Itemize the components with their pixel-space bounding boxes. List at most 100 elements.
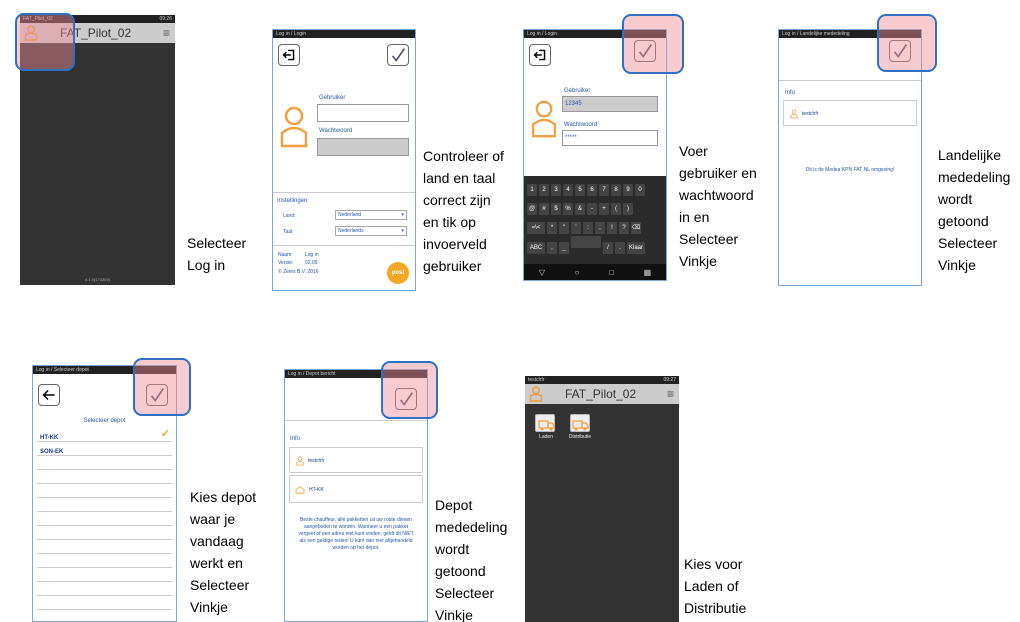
wachtwoord-input[interactable]: ***** <box>562 130 658 146</box>
keyboard-key[interactable]: 3 <box>551 184 561 196</box>
menu-icon[interactable]: ≡ <box>163 26 170 40</box>
keyboard-key[interactable]: " <box>559 222 569 234</box>
user-avatar-icon <box>279 106 309 148</box>
gebruiker-input[interactable]: 12345 <box>562 96 658 112</box>
empty-row <box>37 546 172 554</box>
highlight-login-icon <box>15 13 75 71</box>
caption-line: Vinkje <box>679 253 717 269</box>
caption-line: in en <box>679 209 710 225</box>
keyboard-key[interactable]: : <box>583 222 593 234</box>
keyboard-key[interactable]: ' <box>571 222 581 234</box>
keyboard-key[interactable]: , <box>547 242 557 254</box>
keyboard-key[interactable]: Klaar <box>627 242 645 254</box>
keyboard-key[interactable]: 9 <box>623 184 633 196</box>
highlight-check-button <box>877 14 937 72</box>
status-text: Log in / Depot bericht <box>288 371 336 377</box>
depot-card: HT-KK <box>289 475 423 503</box>
keyboard-key[interactable]: % <box>563 203 573 215</box>
keyboard-key[interactable]: ; <box>595 222 605 234</box>
caption-line: Selecteer <box>187 235 247 251</box>
depot-name: HT-KK <box>40 435 59 441</box>
nav-recent-icon[interactable]: □ <box>609 268 614 277</box>
keyboard-key[interactable]: ⌫ <box>631 222 641 234</box>
keyboard-key[interactable]: $ <box>551 203 561 215</box>
logout-button[interactable] <box>278 44 300 66</box>
taal-value: Nederlands <box>338 228 364 234</box>
user-card: testchfr <box>289 447 423 473</box>
copyright-text: © Zetes B.V. 2016 <box>278 269 319 275</box>
status-text: Log in / Login <box>276 31 307 37</box>
keyboard-key[interactable]: + <box>599 203 609 215</box>
keyboard-key[interactable]: _ <box>559 242 569 254</box>
keyboard-key[interactable]: 1 <box>527 184 537 196</box>
divider <box>273 192 415 193</box>
depot-item[interactable]: HT-KK ✓ <box>37 429 172 442</box>
status-text: Log in / Selecteer depot <box>36 367 89 373</box>
keyboard-key[interactable]: ? <box>619 222 629 234</box>
menu-icon[interactable]: ≡ <box>667 387 674 401</box>
depot-name: HT-KK <box>309 487 324 493</box>
version-text: 4.1.0(170309) <box>85 277 110 282</box>
empty-row <box>37 602 172 610</box>
logout-button[interactable] <box>529 44 551 66</box>
empty-row <box>37 462 172 470</box>
nav-bar: ▽ ○ □ ▦ <box>524 264 666 280</box>
info-label: Info <box>785 90 796 96</box>
wachtwoord-input[interactable] <box>317 138 409 156</box>
laden-icon <box>535 414 555 432</box>
keyboard-key[interactable]: / <box>603 242 613 254</box>
caption-line: en tik op <box>423 214 476 230</box>
selected-check-icon: ✓ <box>160 428 170 440</box>
depot-list: HT-KK ✓ SON-EK <box>37 429 172 611</box>
keyboard-key[interactable]: 4 <box>563 184 573 196</box>
highlight-check-button <box>622 14 684 74</box>
keyboard-key[interactable]: ABC <box>527 242 545 254</box>
back-button[interactable] <box>38 384 60 406</box>
keyboard-key[interactable]: . <box>615 242 625 254</box>
keyboard-key[interactable]: # <box>539 203 549 215</box>
keyboard-key[interactable]: 5 <box>575 184 585 196</box>
caption-line: invoerveld <box>423 236 487 252</box>
caption-line: wordt <box>938 191 973 207</box>
keyboard-key[interactable]: 0 <box>635 184 645 196</box>
keyboard-key[interactable]: - <box>587 203 597 215</box>
nav-home-icon[interactable]: ○ <box>575 268 580 277</box>
postnl-logo: post <box>387 262 409 284</box>
nav-back-icon[interactable]: ▽ <box>539 268 545 277</box>
keyboard-key[interactable]: ) <box>623 203 633 215</box>
user-icon <box>296 456 304 466</box>
caption-line: Vinkje <box>190 599 228 615</box>
keyboard-key[interactable]: @ <box>527 203 537 215</box>
keyboard-key[interactable]: & <box>575 203 585 215</box>
depot-item[interactable]: SON-EK <box>37 448 172 456</box>
keyboard-key[interactable]: 6 <box>587 184 597 196</box>
keyboard-key[interactable]: =\< <box>527 222 545 234</box>
keyboard-key[interactable]: * <box>547 222 557 234</box>
taal-select[interactable]: Nederlands ▾ <box>335 226 407 236</box>
keyboard-key[interactable]: 7 <box>599 184 609 196</box>
keyboard-key[interactable]: ! <box>607 222 617 234</box>
house-icon <box>295 486 305 494</box>
caption-line: Kies depot <box>190 489 257 505</box>
laden-tile[interactable]: Laden <box>535 414 557 440</box>
divider <box>285 420 427 421</box>
keyboard-key[interactable] <box>571 236 601 248</box>
user-icon[interactable] <box>529 386 543 402</box>
screen-home-menu: testchfr 09:27 FAT_Pilot_02 ≡ Laden Distr… <box>525 376 679 622</box>
confirm-check-button[interactable] <box>387 44 409 66</box>
keyboard-key[interactable]: 2 <box>539 184 549 196</box>
caption-line: gebruiker <box>423 258 482 274</box>
caption-line: Vinkje <box>435 607 473 622</box>
distributie-tile[interactable]: Distributie <box>565 414 595 440</box>
keyboard-key[interactable]: ( <box>611 203 621 215</box>
land-select[interactable]: Nederland ▾ <box>335 210 407 220</box>
keyboard-icon[interactable]: ▦ <box>644 268 652 277</box>
caption-line: correct zijn <box>423 192 491 208</box>
dropdown-icon: ▾ <box>401 228 404 234</box>
status-time: 09:27 <box>663 377 676 383</box>
naam-label: Naam: <box>278 252 293 258</box>
arrow-left-icon <box>42 389 55 401</box>
keyboard-key[interactable]: 8 <box>611 184 621 196</box>
caption-line: Controleer of <box>423 148 504 164</box>
gebruiker-input[interactable] <box>317 104 409 122</box>
